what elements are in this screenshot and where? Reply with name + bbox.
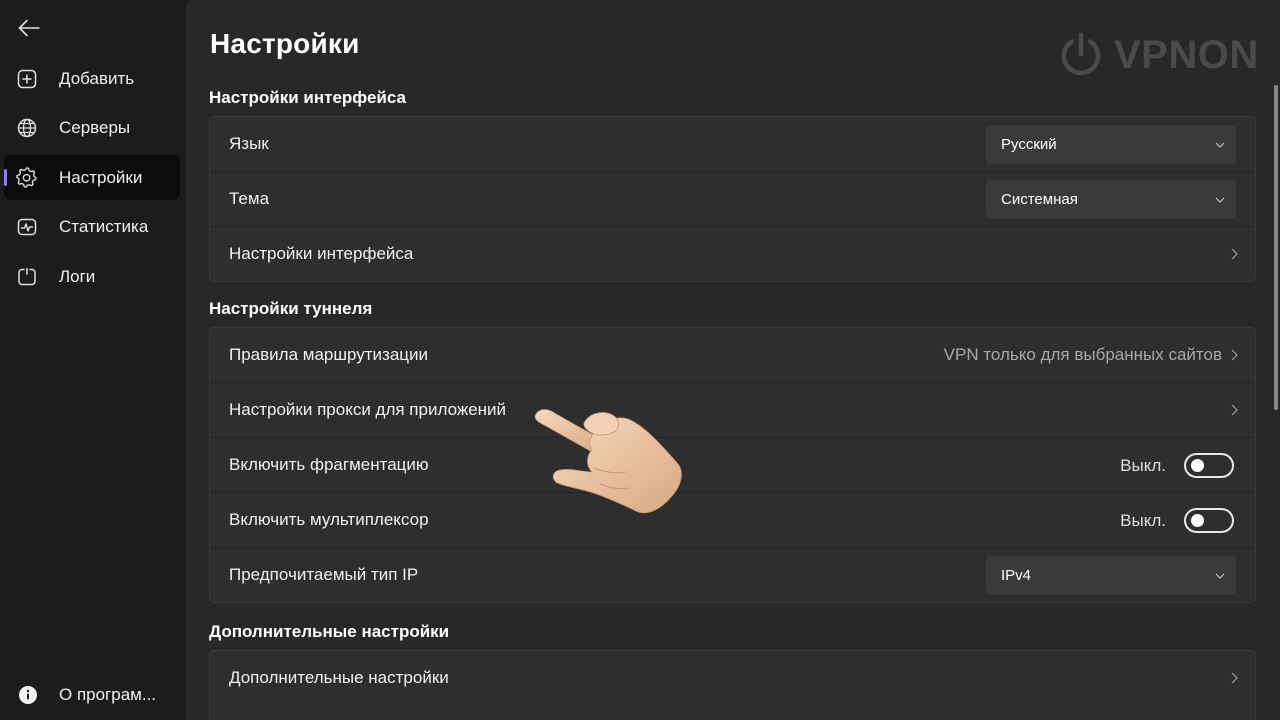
advanced-settings-row[interactable]: Дополнительные настройки bbox=[210, 651, 1255, 705]
sidebar-item-label: Статистика bbox=[59, 217, 149, 236]
globe-icon bbox=[16, 117, 38, 139]
fragmentation-state: Выкл. bbox=[1120, 456, 1166, 475]
theme-label: Тема bbox=[229, 189, 270, 208]
multiplexer-label: Включить мультиплексор bbox=[229, 510, 429, 529]
theme-row: Тема Системная bbox=[210, 172, 1255, 227]
logo-text: VPNON bbox=[1114, 32, 1259, 77]
routing-label: Правила маршрутизации bbox=[229, 345, 429, 364]
ip-type-value: IPv4 bbox=[1001, 567, 1032, 584]
sidebar-item-label: Добавить bbox=[59, 69, 135, 88]
routing-row[interactable]: Правила маршрутизации VPN только для выб… bbox=[210, 328, 1255, 383]
ip-type-label: Предпочитаемый тип IP bbox=[229, 565, 419, 584]
section-title-advanced: Дополнительные настройки bbox=[209, 622, 450, 641]
chevron-down-icon bbox=[1215, 197, 1225, 203]
sidebar-item-settings[interactable]: Настройки bbox=[4, 155, 180, 200]
chevron-right-icon bbox=[1231, 349, 1238, 361]
fragmentation-label: Включить фрагментацию bbox=[229, 455, 429, 474]
power-icon bbox=[1061, 32, 1101, 76]
info-icon bbox=[18, 685, 38, 705]
language-value: Русский bbox=[1001, 136, 1057, 153]
main-content: Настройки VPNON Настройки интерфейса Язы… bbox=[186, 0, 1280, 720]
add-square-icon bbox=[16, 68, 38, 90]
routing-value: VPN только для выбранных сайтов bbox=[943, 345, 1222, 364]
sidebar-item-label: Серверы bbox=[59, 118, 131, 137]
language-label: Язык bbox=[229, 134, 269, 153]
sidebar: Добавить Серверы Настройки Статистика Ло… bbox=[0, 0, 185, 720]
toggle-knob bbox=[1191, 459, 1204, 472]
ip-type-row: Предпочитаемый тип IP IPv4 bbox=[210, 548, 1255, 602]
back-button[interactable] bbox=[12, 12, 46, 44]
chevron-right-icon bbox=[1231, 404, 1238, 416]
sidebar-item-label: Логи bbox=[59, 267, 96, 286]
theme-value: Системная bbox=[1001, 191, 1078, 208]
interface-settings-label: Настройки интерфейса bbox=[229, 244, 414, 263]
sidebar-item-add[interactable]: Добавить bbox=[4, 56, 180, 101]
multiplexer-toggle[interactable] bbox=[1184, 508, 1234, 533]
back-arrow-icon bbox=[18, 19, 40, 37]
scrollbar[interactable] bbox=[1274, 85, 1278, 410]
ip-type-dropdown[interactable]: IPv4 bbox=[986, 556, 1236, 595]
proxy-label: Настройки прокси для приложений bbox=[229, 400, 507, 419]
fragmentation-row: Включить фрагментацию Выкл. bbox=[210, 438, 1255, 493]
section-title-interface: Настройки интерфейса bbox=[209, 88, 406, 107]
theme-dropdown[interactable]: Системная bbox=[986, 180, 1236, 219]
chevron-right-icon bbox=[1231, 248, 1238, 260]
sidebar-item-servers[interactable]: Серверы bbox=[4, 105, 180, 150]
toggle-knob bbox=[1191, 514, 1204, 527]
page-title: Настройки bbox=[210, 28, 360, 59]
tunnel-settings-card: Правила маршрутизации VPN только для выб… bbox=[209, 327, 1256, 603]
fragmentation-toggle[interactable] bbox=[1184, 453, 1234, 478]
logs-icon bbox=[16, 266, 38, 288]
active-indicator bbox=[4, 169, 7, 186]
about-label: О програм... bbox=[59, 685, 157, 704]
multiplexer-row: Включить мультиплексор Выкл. bbox=[210, 493, 1255, 548]
sidebar-item-label: Настройки bbox=[59, 168, 143, 187]
chevron-right-icon bbox=[1231, 672, 1238, 684]
sidebar-item-statistics[interactable]: Статистика bbox=[4, 204, 180, 249]
language-row: Язык Русский bbox=[210, 117, 1255, 172]
sidebar-item-about[interactable]: О програм... bbox=[4, 672, 180, 717]
section-title-tunnel: Настройки туннеля bbox=[209, 299, 373, 318]
interface-settings-row[interactable]: Настройки интерфейса bbox=[210, 227, 1255, 281]
chart-icon bbox=[16, 216, 38, 238]
logo: VPNON bbox=[1058, 30, 1259, 80]
advanced-settings-label: Дополнительные настройки bbox=[229, 668, 449, 687]
chevron-down-icon bbox=[1215, 142, 1225, 148]
advanced-settings-card: Дополнительные настройки bbox=[209, 650, 1256, 720]
proxy-row[interactable]: Настройки прокси для приложений bbox=[210, 383, 1255, 438]
chevron-down-icon bbox=[1215, 573, 1225, 579]
interface-settings-card: Язык Русский Тема Системная Настройки ин… bbox=[209, 116, 1256, 282]
sidebar-item-logs[interactable]: Логи bbox=[4, 254, 180, 299]
multiplexer-state: Выкл. bbox=[1120, 511, 1166, 530]
gear-icon bbox=[16, 167, 38, 189]
language-dropdown[interactable]: Русский bbox=[986, 125, 1236, 164]
